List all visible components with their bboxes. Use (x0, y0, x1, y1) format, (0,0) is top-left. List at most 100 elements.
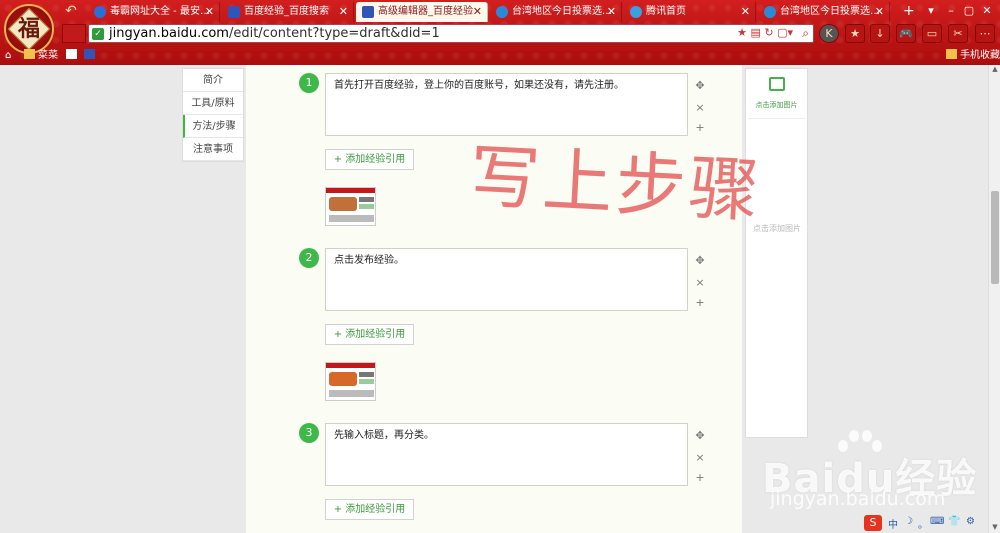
scroll-thumb[interactable] (991, 191, 999, 284)
add-step-icon[interactable]: + (693, 121, 707, 135)
step-number-badge: 1 (299, 73, 319, 93)
tab-close-icon[interactable]: ✕ (339, 2, 348, 22)
add-step-icon[interactable]: + (693, 296, 707, 310)
mobile-bookmarks[interactable]: 手机收藏 (946, 48, 1000, 63)
favorite-star-icon[interactable]: ★ (845, 24, 865, 43)
back-arrow-icon[interactable]: ↶ (60, 2, 82, 20)
minimize-icon[interactable]: – (942, 2, 960, 20)
skin-icon[interactable]: 👕 (948, 516, 960, 527)
ime-chinese-mode[interactable]: 中 (888, 516, 898, 531)
add-image-label: 点击添加图片 (755, 101, 798, 109)
secure-check-icon: ✓ (92, 28, 104, 40)
bookmark-bar: ⌂ 菜菜 手机收藏 (0, 46, 1000, 65)
page-icon[interactable] (66, 48, 80, 63)
baidu-paw-icon (84, 49, 95, 59)
move-icon[interactable]: ✥ (693, 79, 707, 93)
image-add-icon (769, 77, 785, 91)
move-icon[interactable]: ✥ (693, 429, 707, 443)
nav-item-notes[interactable]: 注意事项 (183, 138, 243, 161)
tab-title: 台湾地区今日投票选… (512, 6, 612, 17)
keyboard-icon[interactable]: ⌨ (930, 516, 944, 527)
step-text-input[interactable]: 先输入标题，再分类。 (325, 423, 688, 486)
step-text-input[interactable]: 首先打开百度经验，登上你的百度账号，如果还没有，请先注册。 (325, 73, 688, 136)
chrome-favicon-icon (496, 6, 508, 18)
sogou-ime-icon[interactable]: S (864, 515, 882, 531)
step-editor: 1 首先打开百度经验，登上你的百度账号，如果还没有，请先注册。 ✥ × + + … (246, 65, 742, 533)
tab-baidu-search[interactable]: 百度经验_百度搜索 ✕ (222, 2, 354, 22)
url-host: jingyan.baidu.com (109, 26, 229, 41)
move-icon[interactable]: ✥ (693, 254, 707, 268)
download-icon[interactable]: ↓ (870, 24, 890, 43)
bookmark-menu[interactable]: 菜菜 (24, 48, 58, 63)
delete-step-icon[interactable]: × (693, 276, 707, 290)
add-reference-button[interactable]: + 添加经验引用 (325, 499, 414, 520)
moon-icon[interactable]: ☽ (904, 516, 913, 527)
tv-icon[interactable]: ▭ (922, 24, 942, 43)
tab-title: 毒霸网址大全 - 最安… (110, 6, 210, 17)
tab-close-icon[interactable]: ✕ (607, 2, 616, 22)
add-reference-button[interactable]: + 添加经验引用 (325, 149, 414, 170)
address-bar[interactable]: ✓ jingyan.baidu.com/edit/content?type=dr… (88, 24, 814, 43)
address-bar-icons[interactable]: ★ ▤ ↻ ▢▾ (737, 26, 793, 39)
punctuation-icon[interactable]: 。 (918, 516, 928, 531)
tab-advanced-editor[interactable]: 高级编辑器_百度经验 ✕ (356, 2, 488, 22)
nav-item-steps[interactable]: 方法/步骤 (183, 115, 243, 138)
scroll-up-icon[interactable]: ▲ (991, 65, 999, 74)
baidu-favicon-icon (228, 6, 240, 18)
add-reference-button[interactable]: + 添加经验引用 (325, 324, 414, 345)
folder-icon (946, 49, 957, 59)
step-image-thumbnail[interactable] (325, 362, 376, 401)
home-icon[interactable]: ⌂ (5, 48, 11, 63)
close-window-icon[interactable]: ✕ (978, 2, 996, 20)
mobile-bookmarks-label: 手机收藏 (960, 50, 1000, 61)
url-text[interactable]: jingyan.baidu.com/edit/content?type=draf… (109, 26, 440, 41)
menu-icon[interactable]: ▾ (922, 2, 940, 20)
tab-duba[interactable]: 毒霸网址大全 - 最安… ✕ (88, 2, 220, 22)
image-panel: 点击添加图片 点击添加图片 (745, 68, 808, 438)
duba-favicon-icon (94, 6, 106, 18)
tencent-favicon-icon (630, 6, 642, 18)
ghost-add-image-label: 点击添加图片 (753, 224, 801, 233)
settings-gear-icon[interactable]: ⚙ (966, 516, 975, 527)
tab-title: 腾讯首页 (646, 6, 686, 17)
nav-item-intro[interactable]: 简介 (183, 69, 243, 92)
more-menu-icon[interactable]: ⋯ (975, 24, 995, 43)
baidu-favicon-icon (362, 6, 374, 18)
folder-icon (24, 49, 35, 59)
tab-close-icon[interactable]: ✕ (473, 2, 482, 22)
screenshot-icon[interactable]: ✂ (948, 24, 968, 43)
tab-close-icon[interactable]: ✕ (875, 2, 884, 22)
tab-title: 台湾地区今日投票选… (780, 6, 880, 17)
delete-step-icon[interactable]: × (693, 451, 707, 465)
tab-close-icon[interactable]: ✕ (205, 2, 214, 22)
step-number-badge: 2 (299, 248, 319, 268)
baidu-watermark: Baidu经验 jingyan.baidu.com (760, 424, 990, 524)
step-image-thumbnail[interactable] (325, 187, 376, 226)
k-extension-icon[interactable]: K (819, 24, 839, 43)
browser-chrome: 福 ↶ 毒霸网址大全 - 最安… ✕ 百度经验_百度搜索 ✕ 高级编辑器_百度经… (0, 0, 1000, 65)
step-text-input[interactable]: 点击发布经验。 (325, 248, 688, 311)
scroll-down-icon[interactable]: ▼ (991, 523, 999, 532)
section-nav: 简介 工具/原料 方法/步骤 注意事项 (182, 68, 244, 162)
step-number-badge: 3 (299, 423, 319, 443)
add-image-button[interactable]: 点击添加图片 (748, 71, 805, 119)
maximize-icon[interactable]: ▢ (960, 2, 978, 20)
baidu-bookmark[interactable] (84, 48, 98, 63)
nav-item-tools[interactable]: 工具/原料 (183, 92, 243, 115)
url-path: /edit/content?type=draft&did=1 (228, 26, 440, 41)
add-step-icon[interactable]: + (693, 471, 707, 485)
home-nav-button[interactable] (62, 24, 86, 43)
tab-taiwan-vote-2[interactable]: 台湾地区今日投票选… ✕ (758, 2, 890, 22)
new-tab-icon[interactable]: + (903, 2, 917, 20)
search-icon[interactable]: ⌕ (802, 26, 809, 41)
game-icon[interactable]: 🎮 (896, 24, 916, 43)
tab-taiwan-vote-1[interactable]: 台湾地区今日投票选… ✕ (490, 2, 622, 22)
tab-tencent[interactable]: 腾讯首页 ✕ (624, 2, 756, 22)
watermark-site: jingyan.baidu.com (770, 488, 946, 510)
page-file-icon (66, 49, 77, 59)
tab-close-icon[interactable]: ✕ (741, 2, 750, 22)
bookmark-menu-label: 菜菜 (38, 50, 58, 61)
delete-step-icon[interactable]: × (693, 101, 707, 115)
tab-title: 高级编辑器_百度经验 (378, 6, 473, 17)
chrome-favicon-icon (764, 6, 776, 18)
